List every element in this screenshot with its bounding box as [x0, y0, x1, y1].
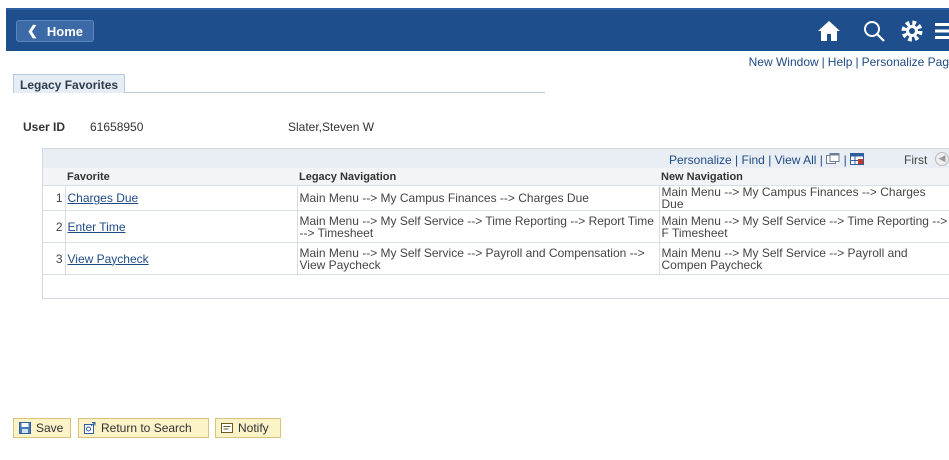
table-row: 3 View Paycheck Main Menu --> My Self Se… — [43, 242, 949, 275]
gear-icon[interactable] — [899, 18, 925, 44]
favorite-link-charges-due[interactable]: Charges Due — [68, 191, 139, 205]
favorite-cell: Enter Time — [65, 210, 298, 243]
help-link[interactable]: Help — [828, 55, 853, 69]
grid-tools: Personalize | Find | View All | | — [669, 153, 865, 167]
return-to-search-label: Return to Search — [101, 421, 192, 435]
grid-toolbar: Personalize | Find | View All | | First … — [43, 148, 949, 168]
zoom-icon[interactable] — [826, 153, 840, 165]
user-id-label: User ID — [23, 120, 66, 134]
return-to-search-icon — [84, 422, 96, 434]
top-navigation-bar: ❮ Home — [6, 8, 949, 51]
notify-button-label: Notify — [238, 421, 269, 435]
table-row: 2 Enter Time Main Menu --> My Self Servi… — [43, 210, 949, 243]
home-icon[interactable] — [816, 18, 842, 44]
download-spreadsheet-icon[interactable] — [850, 153, 865, 165]
favorite-column-header: Favorite — [65, 168, 297, 186]
home-button[interactable]: ❮ Home — [16, 20, 94, 42]
personalize-link[interactable]: Personalize — [669, 153, 732, 167]
personalize-page-link[interactable]: Personalize Pag — [862, 55, 949, 69]
favorite-link-enter-time[interactable]: Enter Time — [68, 220, 126, 234]
save-icon — [19, 422, 31, 434]
table-row: 1 Charges Due Main Menu --> My Campus Fi… — [43, 185, 949, 211]
home-button-label: Home — [46, 23, 84, 39]
previous-icon[interactable]: ◀ — [935, 152, 949, 166]
separator: | — [855, 55, 859, 69]
new-navigation-column-header: New Navigation — [659, 168, 949, 186]
search-icon[interactable] — [861, 18, 887, 44]
favorites-grid: Personalize | Find | View All | | First … — [42, 148, 949, 299]
new-window-link[interactable]: New Window — [749, 55, 819, 69]
legacy-navigation-cell: Main Menu --> My Campus Finances --> Cha… — [297, 185, 660, 211]
new-navigation-cell: Main Menu --> My Campus Finances --> Cha… — [659, 185, 949, 211]
user-id-value: 61658950 — [90, 120, 144, 134]
first-label: First — [904, 153, 928, 167]
row-number-header — [43, 168, 65, 186]
row-number: 2 — [43, 210, 66, 243]
user-name: Slater,Steven W — [288, 120, 375, 134]
chevron-left-icon: ❮ — [27, 23, 38, 38]
save-button[interactable]: Save — [13, 418, 71, 438]
menu-icon[interactable] — [934, 18, 949, 44]
save-button-label: Save — [36, 421, 64, 435]
favorite-link-view-paycheck[interactable]: View Paycheck — [68, 252, 149, 266]
new-navigation-cell: Main Menu --> My Self Service --> Time R… — [659, 210, 949, 243]
legacy-navigation-cell: Main Menu --> My Self Service --> Payrol… — [297, 242, 660, 275]
row-number: 1 — [43, 185, 66, 211]
favorite-cell: Charges Due — [65, 185, 298, 211]
favorites-table: Favorite Legacy Navigation New Navigatio… — [43, 168, 949, 275]
favorite-cell: View Paycheck — [65, 242, 298, 275]
view-all-link[interactable]: View All — [775, 153, 817, 167]
row-number: 3 — [43, 242, 66, 275]
find-link[interactable]: Find — [742, 153, 765, 167]
new-navigation-cell: Main Menu --> My Self Service --> Payrol… — [659, 242, 949, 275]
return-to-search-button[interactable]: Return to Search — [78, 418, 209, 438]
notify-icon — [221, 423, 233, 433]
legacy-navigation-cell: Main Menu --> My Self Service --> Time R… — [297, 210, 660, 243]
notify-button[interactable]: Notify — [215, 418, 281, 438]
legacy-navigation-column-header: Legacy Navigation — [297, 168, 659, 186]
tab-legacy-favorites[interactable]: Legacy Favorites — [13, 74, 125, 93]
tab-divider — [125, 92, 545, 93]
separator: | — [821, 55, 825, 69]
header-links: New Window | Help | Personalize Pag — [749, 55, 949, 69]
header: ❮ Home — [0, 0, 949, 51]
table-header-row: Favorite Legacy Navigation New Navigatio… — [43, 168, 949, 186]
